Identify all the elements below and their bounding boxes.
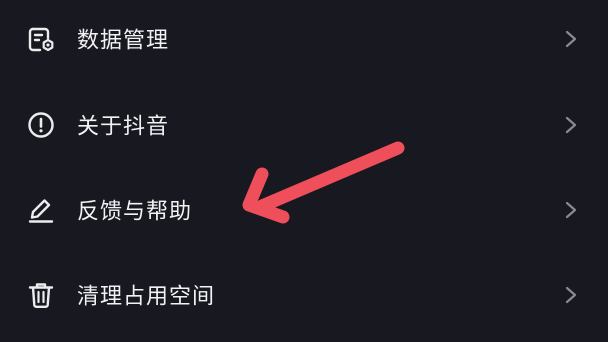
menu-item-label: 关于抖音	[77, 114, 170, 140]
pencil-icon	[28, 199, 54, 223]
settings-page: 数据管理 关于抖音 反馈与帮助 清理占用空间	[0, 0, 608, 342]
menu-item-about-douyin[interactable]: 关于抖音	[0, 82, 608, 168]
chevron-right-icon	[565, 201, 577, 219]
info-circle-icon	[28, 112, 54, 138]
menu-item-label: 反馈与帮助	[77, 199, 193, 225]
chevron-right-icon	[565, 30, 577, 48]
menu-item-feedback-help[interactable]: 反馈与帮助	[0, 167, 608, 253]
trash-icon	[28, 283, 54, 309]
menu-item-clear-storage[interactable]: 清理占用空间	[0, 252, 608, 338]
menu-item-label: 数据管理	[77, 28, 170, 54]
menu-item-data-management[interactable]: 数据管理	[0, 0, 608, 82]
chevron-right-icon	[565, 116, 577, 134]
chevron-right-icon	[565, 286, 577, 304]
data-management-icon	[28, 27, 54, 52]
menu-item-label: 清理占用空间	[77, 284, 216, 310]
